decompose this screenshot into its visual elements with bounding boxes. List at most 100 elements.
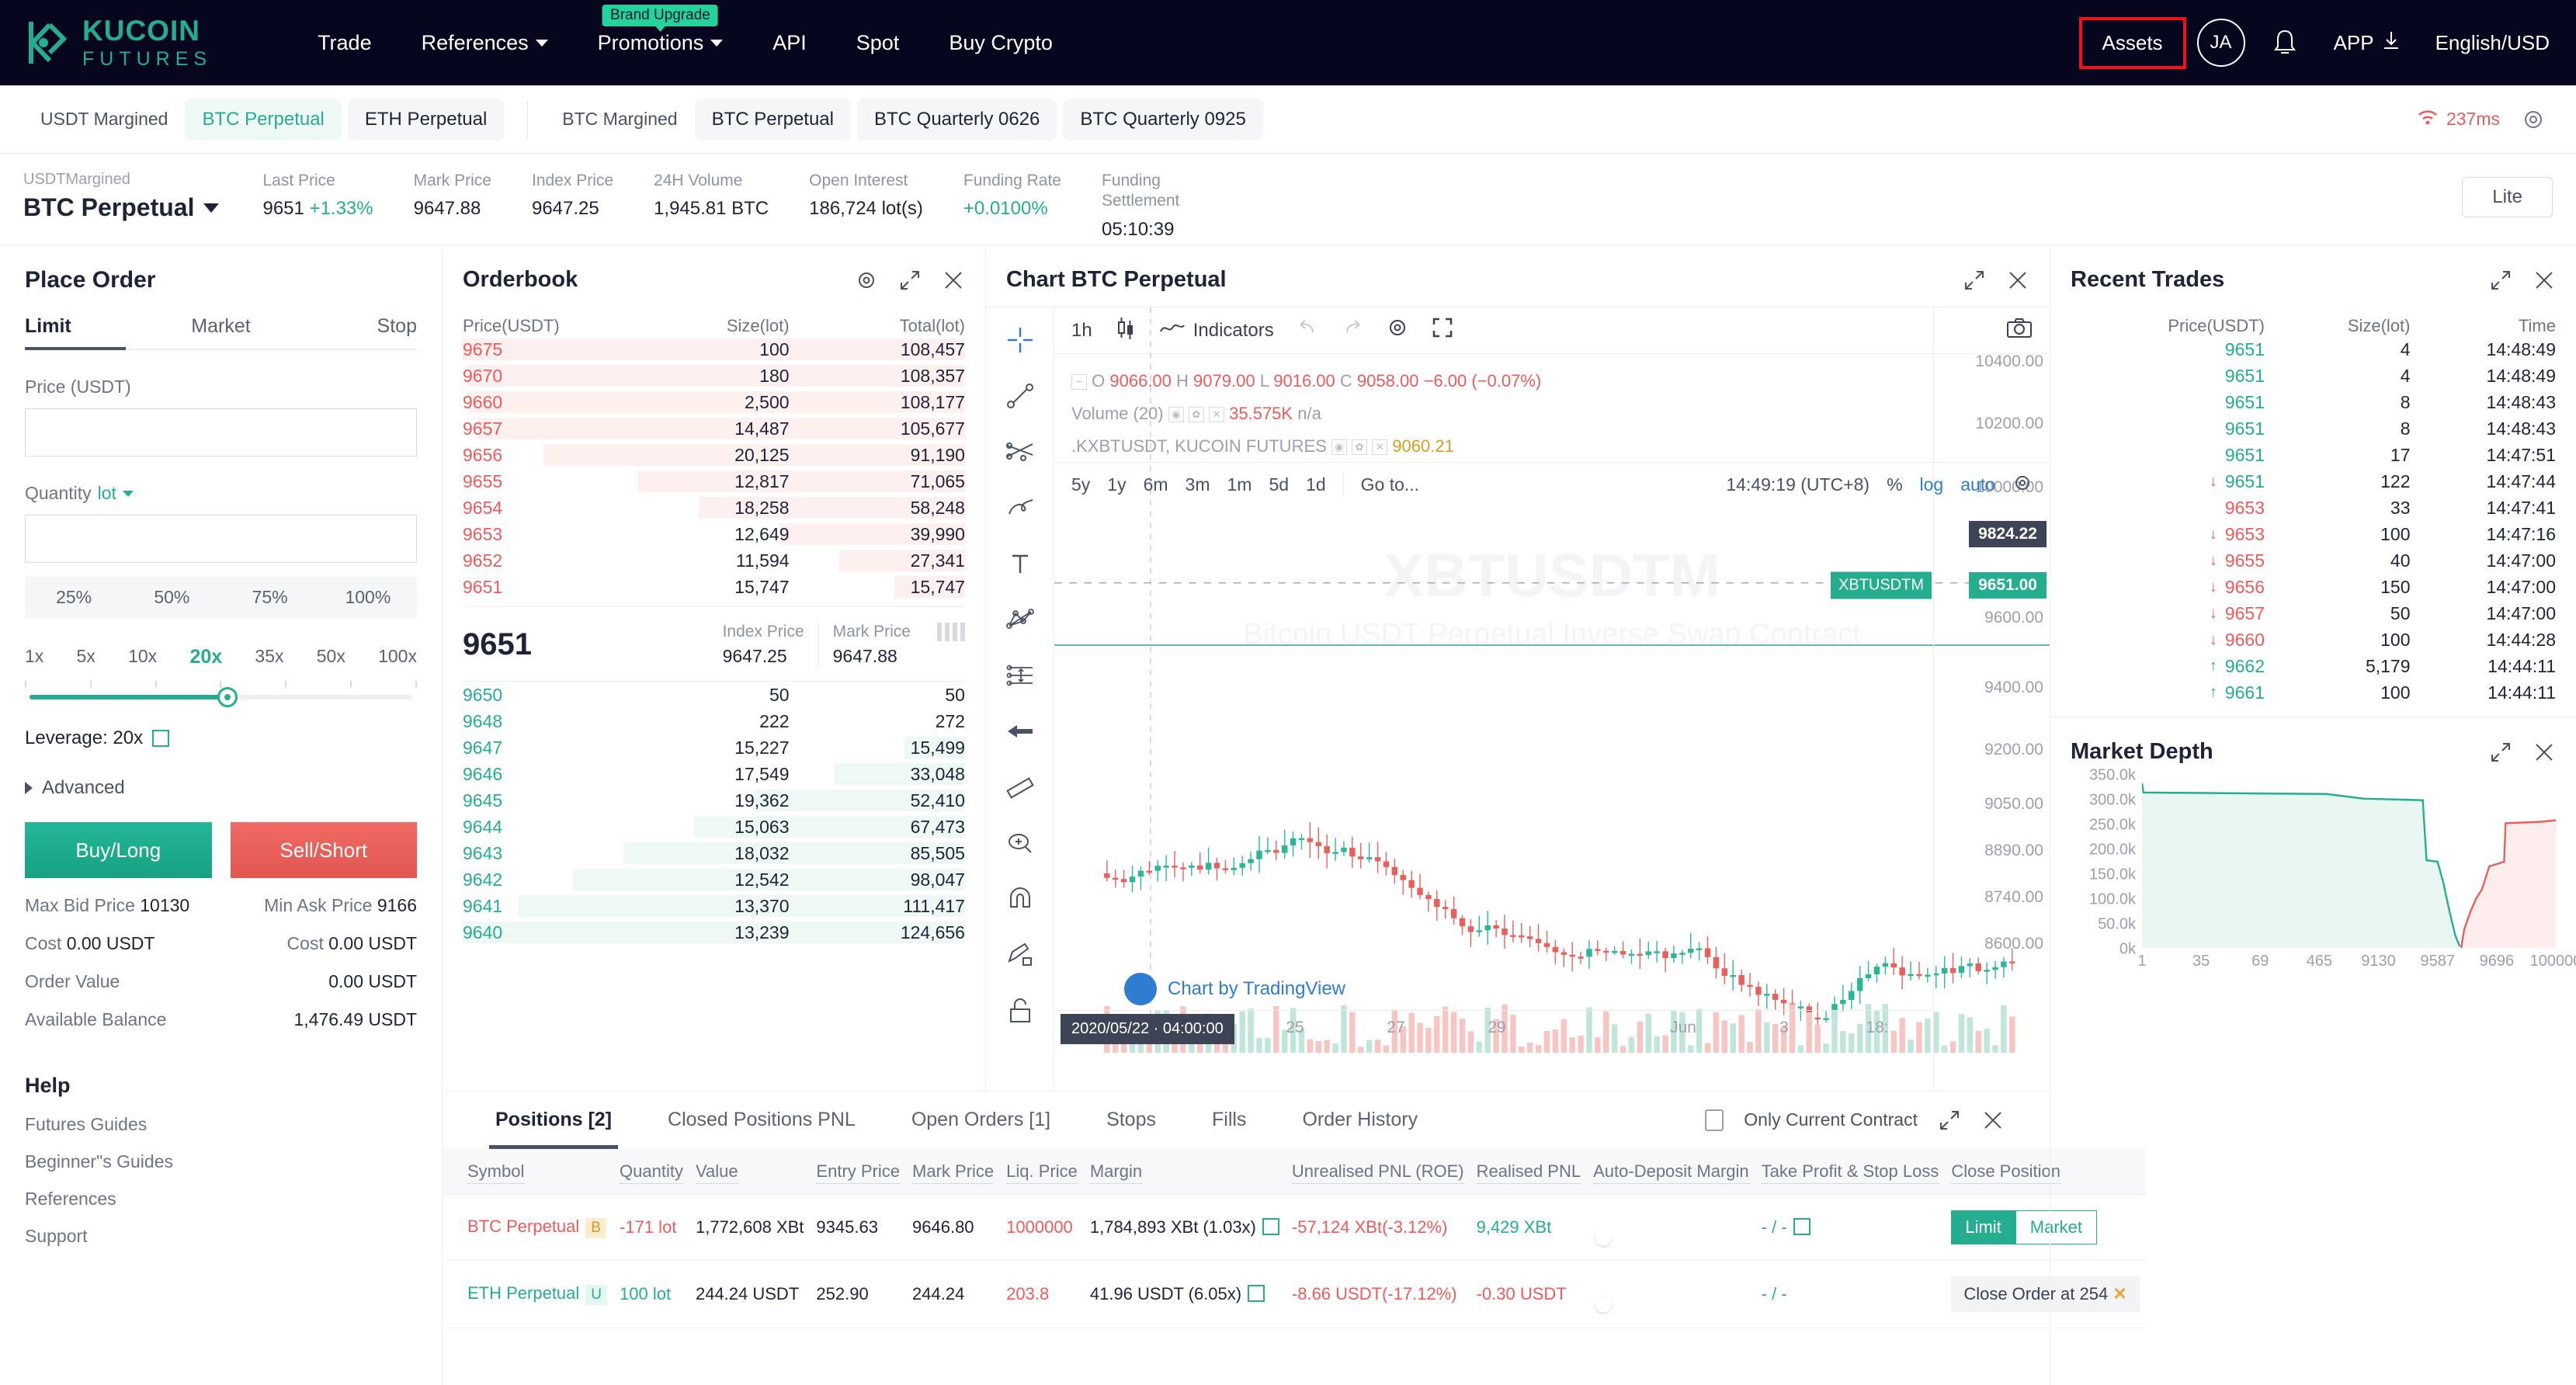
tab-limit[interactable]: Limit [25, 315, 155, 350]
tab-closed-positions-pnl[interactable]: Closed Positions PNL [640, 1092, 884, 1149]
percent-100[interactable]: 100% [319, 577, 417, 618]
tab-open-orders[interactable]: Open Orders [1] [884, 1092, 1078, 1149]
contract-tab-btc-quarterly-0925[interactable]: BTC Quarterly 0925 [1063, 98, 1263, 141]
orderbook-row[interactable]: 9648 222 272 [463, 708, 965, 734]
measure-range-icon[interactable] [1003, 658, 1037, 692]
expand-icon[interactable] [1963, 269, 1986, 292]
quantity-unit[interactable]: lot [98, 483, 116, 504]
orderbook-row[interactable]: 9654 18,258 58,248 [463, 495, 965, 521]
tab-stop[interactable]: Stop [286, 315, 417, 349]
arrow-left-icon[interactable] [1003, 714, 1037, 748]
percent-75[interactable]: 75% [221, 577, 319, 618]
depth-bars-icon[interactable] [937, 623, 965, 641]
close-icon[interactable] [942, 269, 965, 292]
percent-50[interactable]: 50% [123, 577, 220, 618]
fib-lines-icon[interactable] [1003, 435, 1037, 469]
orderbook-row[interactable]: 9655 12,817 71,065 [463, 468, 965, 495]
only-current-contract-checkbox[interactable] [1705, 1109, 1724, 1131]
help-link-beginners-guides[interactable]: Beginner"s Guides [25, 1151, 417, 1172]
close-limit-button[interactable]: Limit [1951, 1210, 2015, 1244]
nav-item-buy-crypto[interactable]: Buy Crypto [924, 31, 1078, 55]
range-5y[interactable]: 5y [1071, 474, 1090, 495]
kucoin-futures-logo[interactable]: KUCOIN FUTURES [26, 16, 212, 69]
range-1m[interactable]: 1m [1227, 474, 1252, 495]
magnet-icon[interactable] [1003, 882, 1037, 916]
orderbook-row[interactable]: 9643 18,032 85,505 [463, 840, 965, 866]
lock-icon[interactable] [1003, 994, 1037, 1028]
range-3m[interactable]: 3m [1186, 474, 1210, 495]
contract-tab-btc-quarterly-0626[interactable]: BTC Quarterly 0626 [856, 98, 1057, 141]
ruler-icon[interactable] [1003, 770, 1037, 804]
orderbook-row[interactable]: 9646 17,549 33,048 [463, 761, 965, 787]
tab-positions[interactable]: Positions [2] [467, 1092, 640, 1149]
leverage-100x[interactable]: 100x [378, 646, 417, 668]
lite-mode-button[interactable]: Lite [2462, 177, 2553, 217]
gear-icon[interactable]: ✿ [1352, 439, 1368, 455]
gear-icon[interactable]: ✿ [1188, 406, 1204, 422]
avatar[interactable]: JA [2196, 19, 2245, 67]
orderbook-row[interactable]: 9640 13,239 124,656 [463, 919, 965, 946]
trend-line-icon[interactable] [1003, 379, 1037, 413]
orderbook-row[interactable]: 9644 15,063 67,473 [463, 814, 965, 840]
settings-gear-icon[interactable] [855, 269, 878, 292]
index-symbol-label[interactable]: .KXBTUSDT, KUCOIN FUTURES [1071, 436, 1327, 456]
range-6m[interactable]: 6m [1144, 474, 1168, 495]
chart-canvas-area[interactable]: 1h Indicators − O 9066.00 H 9079.00 L 90… [1054, 307, 2050, 1091]
collapse-icon[interactable]: − [1071, 374, 1087, 390]
orderbook-row[interactable]: 9652 11,594 27,341 [463, 547, 965, 574]
settings-gear-icon[interactable] [2522, 108, 2545, 131]
goto-button[interactable]: Go to... [1361, 474, 1419, 495]
leverage-10x[interactable]: 10x [128, 646, 157, 668]
tab-order-history[interactable]: Order History [1274, 1092, 1446, 1149]
volume-label[interactable]: Volume (20) [1071, 404, 1164, 423]
orderbook-row[interactable]: 9660 2,500 108,177 [463, 389, 965, 415]
notification-bell-icon[interactable] [2272, 28, 2298, 57]
orderbook-row[interactable]: 9641 13,370 111,417 [463, 893, 965, 919]
position-symbol[interactable]: ETH Perpetual U [443, 1260, 614, 1328]
expand-icon[interactable] [898, 269, 922, 292]
visibility-icon[interactable]: ◉ [1331, 439, 1347, 455]
range-5d[interactable]: 5d [1269, 474, 1289, 495]
nav-item-spot[interactable]: Spot [831, 31, 925, 55]
tradingview-credit[interactable]: Chart by TradingView [1124, 972, 1345, 1005]
leverage-5x[interactable]: 5x [77, 646, 95, 668]
orderbook-row[interactable]: 9651 15,747 15,747 [463, 574, 965, 600]
position-symbol[interactable]: BTC Perpetual B [443, 1194, 614, 1261]
language-currency-selector[interactable]: English/USD [2435, 31, 2550, 55]
close-icon[interactable] [1981, 1109, 2005, 1132]
brush-icon[interactable] [1003, 491, 1037, 525]
contract-tab-btc-perpetual-usdt[interactable]: BTC Perpetual [185, 98, 342, 141]
price-input[interactable] [25, 408, 417, 456]
orderbook-row[interactable]: 9657 14,487 105,677 [463, 415, 965, 442]
orderbook-row[interactable]: 9670 180 108,357 [463, 363, 965, 389]
nav-item-promotions[interactable]: Brand Upgrade Promotions [573, 4, 748, 55]
edit-icon[interactable] [152, 730, 170, 747]
help-link-references[interactable]: References [25, 1189, 417, 1210]
quantity-input[interactable] [25, 515, 417, 563]
log-scale-button[interactable]: log [1920, 474, 1944, 495]
expand-icon[interactable] [2489, 741, 2512, 764]
crosshair-icon[interactable] [1003, 323, 1037, 357]
symbol-selector[interactable]: USDTMargined BTC Perpetual [23, 171, 220, 222]
assets-button[interactable]: Assets [2078, 16, 2186, 69]
zoom-in-icon[interactable] [1003, 826, 1037, 860]
pencil-lock-icon[interactable] [1003, 938, 1037, 972]
tab-market[interactable]: Market [155, 315, 286, 349]
leverage-50x[interactable]: 50x [317, 646, 345, 668]
leverage-35x[interactable]: 35x [255, 646, 283, 668]
close-icon[interactable] [2006, 269, 2029, 292]
percent-25[interactable]: 25% [25, 577, 123, 618]
help-link-futures-guides[interactable]: Futures Guides [25, 1114, 417, 1135]
contract-tab-btc-perpetual[interactable]: BTC Perpetual [694, 98, 851, 141]
tab-fills[interactable]: Fills [1184, 1092, 1274, 1149]
nav-item-trade[interactable]: Trade [293, 31, 397, 55]
pattern-icon[interactable] [1003, 602, 1037, 637]
orderbook-row[interactable]: 9675 100 108,457 [463, 336, 965, 363]
percent-scale-button[interactable]: % [1887, 474, 1902, 495]
leverage-20x[interactable]: 20x [189, 646, 222, 668]
tab-stops[interactable]: Stops [1078, 1092, 1184, 1149]
orderbook-row[interactable]: 9653 12,649 39,990 [463, 521, 965, 547]
help-link-support[interactable]: Support [25, 1226, 417, 1247]
remove-icon[interactable]: ✕ [1209, 406, 1224, 422]
slider-handle[interactable] [217, 687, 238, 707]
